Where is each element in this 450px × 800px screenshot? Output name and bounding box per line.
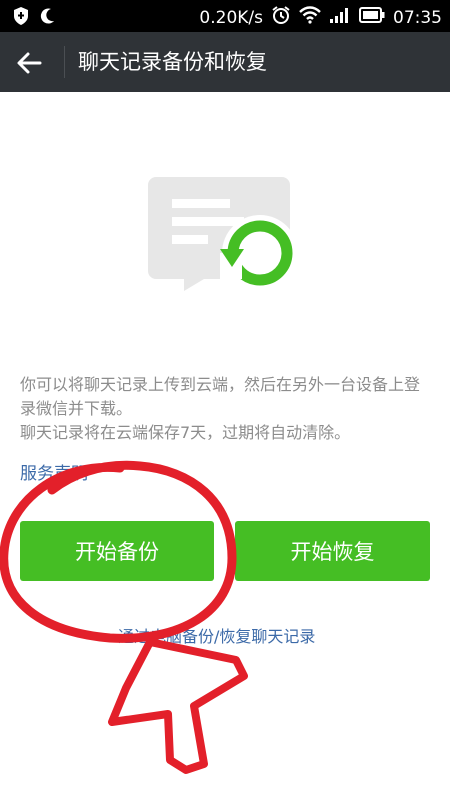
status-bar: 0.20K/s 07:35	[0, 0, 450, 32]
description-line-1: 你可以将聊天记录上传到云端，然后在另外一台设备上登录微信并下载。	[20, 375, 421, 418]
moon-icon	[40, 7, 56, 30]
wifi-icon	[299, 6, 321, 29]
chat-backup-restore-icon	[148, 175, 308, 295]
service-statement-link[interactable]: 服务声明	[20, 459, 88, 484]
annotation-arrow	[108, 638, 248, 774]
alarm-icon	[271, 5, 291, 30]
pc-backup-restore-link[interactable]: 通过电脑备份/恢复聊天记录	[118, 623, 315, 647]
back-arrow-icon[interactable]	[14, 48, 44, 78]
network-speed: 0.20K/s	[199, 7, 263, 28]
shield-icon	[12, 6, 30, 31]
description-text: 你可以将聊天记录上传到云端，然后在另外一台设备上登录微信并下载。 聊天记录将在云…	[20, 373, 435, 445]
app-bar-divider	[64, 46, 65, 78]
signal-icon	[329, 6, 351, 29]
start-backup-button[interactable]: 开始备份	[20, 521, 214, 581]
app-bar: 聊天记录备份和恢复	[0, 32, 450, 92]
start-restore-button[interactable]: 开始恢复	[235, 521, 430, 581]
status-time: 07:35	[393, 7, 442, 28]
page-title: 聊天记录备份和恢复	[78, 50, 267, 74]
description-line-2: 聊天记录将在云端保存7天，过期将自动清除。	[20, 423, 351, 442]
battery-icon	[359, 7, 385, 28]
